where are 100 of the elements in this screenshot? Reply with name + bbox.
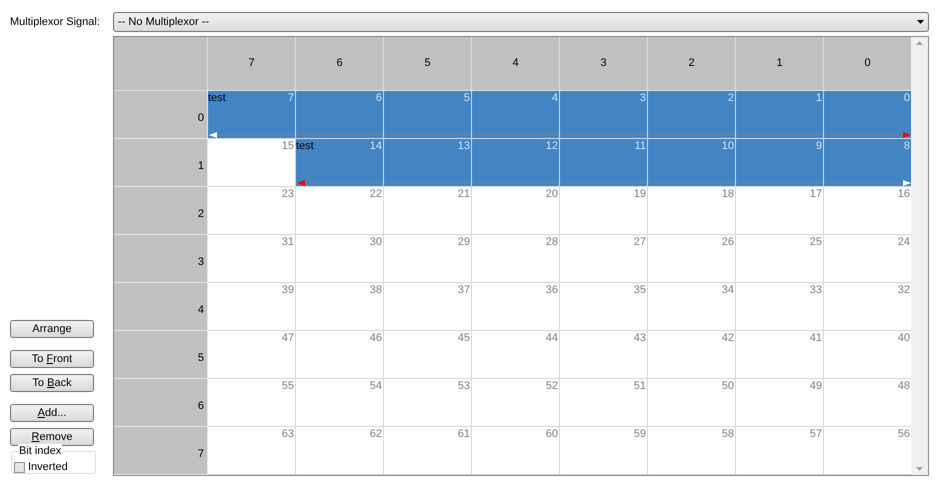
- bit-cell[interactable]: 12: [472, 139, 560, 187]
- bit-cell[interactable]: 16: [824, 187, 912, 235]
- bit-cell[interactable]: 58: [648, 427, 736, 475]
- bit-cell[interactable]: 62: [296, 427, 384, 475]
- bit-cell[interactable]: 18: [648, 187, 736, 235]
- bit-number: 44: [546, 332, 558, 345]
- bit-number: 7: [288, 92, 294, 105]
- action-button[interactable]: Arrange: [10, 320, 94, 338]
- bit-cell[interactable]: 30: [296, 235, 384, 283]
- scroll-up-icon[interactable]: [916, 41, 923, 45]
- bit-cell[interactable]: 37: [384, 283, 472, 331]
- bit-cell[interactable]: 24: [824, 235, 912, 283]
- bit-cell[interactable]: 36: [472, 283, 560, 331]
- dropdown-arrow-icon: [917, 20, 924, 24]
- bit-cell[interactable]: 13: [384, 139, 472, 187]
- scroll-down-icon[interactable]: [916, 467, 923, 471]
- bit-cell[interactable]: 55: [208, 379, 296, 427]
- bit-cell[interactable]: 61: [384, 427, 472, 475]
- action-button[interactable]: To Front: [10, 350, 94, 368]
- bit-cell[interactable]: 2: [648, 91, 736, 139]
- bit-cell[interactable]: 8: [824, 139, 912, 187]
- bit-number: 28: [546, 236, 558, 249]
- bit-cell[interactable]: 6: [296, 91, 384, 139]
- bit-cell[interactable]: 56: [824, 427, 912, 475]
- column-header: 7: [208, 37, 296, 91]
- bit-cell[interactable]: 17: [736, 187, 824, 235]
- row-header: 4: [114, 283, 208, 331]
- bit-cell[interactable]: 63: [208, 427, 296, 475]
- bit-cell[interactable]: 27: [560, 235, 648, 283]
- checkbox[interactable]: [14, 462, 25, 473]
- bit-cell[interactable]: 29: [384, 235, 472, 283]
- bit-cell[interactable]: 15: [208, 139, 296, 187]
- checkbox-label: Inverted: [28, 460, 68, 475]
- bit-number: 12: [546, 140, 558, 153]
- bit-cell[interactable]: 50: [648, 379, 736, 427]
- field-label: Multiplexor Signal:: [10, 15, 101, 30]
- bit-cell[interactable]: 23: [208, 187, 296, 235]
- column-header: 4: [472, 37, 560, 91]
- dropdown[interactable]: -- No Multiplexor --: [113, 12, 929, 32]
- bit-cell[interactable]: 51: [560, 379, 648, 427]
- action-button[interactable]: Add...: [10, 404, 94, 422]
- bit-number: 17: [810, 188, 822, 201]
- bit-number: 48: [898, 380, 910, 393]
- action-button[interactable]: Remove: [10, 428, 94, 446]
- bit-cell[interactable]: 9: [736, 139, 824, 187]
- bit-number: 14: [370, 140, 382, 153]
- row-header: 0: [114, 91, 208, 139]
- bit-cell[interactable]: 0: [824, 91, 912, 139]
- bit-cell[interactable]: 44: [472, 331, 560, 379]
- bit-cell[interactable]: 48: [824, 379, 912, 427]
- bit-number: 62: [370, 428, 382, 441]
- bit-cell[interactable]: 52: [472, 379, 560, 427]
- bit-cell[interactable]: 33: [736, 283, 824, 331]
- bit-cell[interactable]: 20: [472, 187, 560, 235]
- row-header: 5: [114, 331, 208, 379]
- bit-cell[interactable]: 46: [296, 331, 384, 379]
- bit-cell[interactable]: 3: [560, 91, 648, 139]
- bit-cell[interactable]: test 14: [296, 139, 384, 187]
- bit-cell[interactable]: 54: [296, 379, 384, 427]
- column-header: 3: [560, 37, 648, 91]
- bit-cell[interactable]: 53: [384, 379, 472, 427]
- bit-cell[interactable]: 31: [208, 235, 296, 283]
- column-header: 5: [384, 37, 472, 91]
- bit-number: 30: [370, 236, 382, 249]
- bit-cell[interactable]: 25: [736, 235, 824, 283]
- bit-cell[interactable]: 5: [384, 91, 472, 139]
- bit-number: 38: [370, 284, 382, 297]
- bit-cell[interactable]: 19: [560, 187, 648, 235]
- bit-cell[interactable]: 32: [824, 283, 912, 331]
- bit-cell[interactable]: 49: [736, 379, 824, 427]
- bit-cell[interactable]: 45: [384, 331, 472, 379]
- bit-cell[interactable]: 43: [560, 331, 648, 379]
- bit-cell[interactable]: 21: [384, 187, 472, 235]
- bit-number: 33: [810, 284, 822, 297]
- bit-cell[interactable]: 1: [736, 91, 824, 139]
- bit-number: 46: [370, 332, 382, 345]
- bit-number: 15: [282, 140, 294, 153]
- scrollbar[interactable]: [911, 37, 928, 475]
- bit-cell[interactable]: 59: [560, 427, 648, 475]
- bit-cell[interactable]: 35: [560, 283, 648, 331]
- bit-cell[interactable]: 38: [296, 283, 384, 331]
- bit-cell[interactable]: 60: [472, 427, 560, 475]
- bit-cell[interactable]: 47: [208, 331, 296, 379]
- bit-cell[interactable]: 40: [824, 331, 912, 379]
- bit-cell[interactable]: 28: [472, 235, 560, 283]
- bit-cell[interactable]: 34: [648, 283, 736, 331]
- bit-number: 27: [634, 236, 646, 249]
- bit-cell[interactable]: 11: [560, 139, 648, 187]
- bit-number: 40: [898, 332, 910, 345]
- bit-cell[interactable]: 22: [296, 187, 384, 235]
- bit-cell[interactable]: 57: [736, 427, 824, 475]
- bit-cell[interactable]: test 7: [208, 91, 296, 139]
- bit-cell[interactable]: 39: [208, 283, 296, 331]
- bit-cell[interactable]: 4: [472, 91, 560, 139]
- action-button[interactable]: To Back: [10, 374, 94, 392]
- bit-cell[interactable]: 41: [736, 331, 824, 379]
- bit-cell[interactable]: 26: [648, 235, 736, 283]
- row-header: 2: [114, 187, 208, 235]
- bit-cell[interactable]: 42: [648, 331, 736, 379]
- bit-cell[interactable]: 10: [648, 139, 736, 187]
